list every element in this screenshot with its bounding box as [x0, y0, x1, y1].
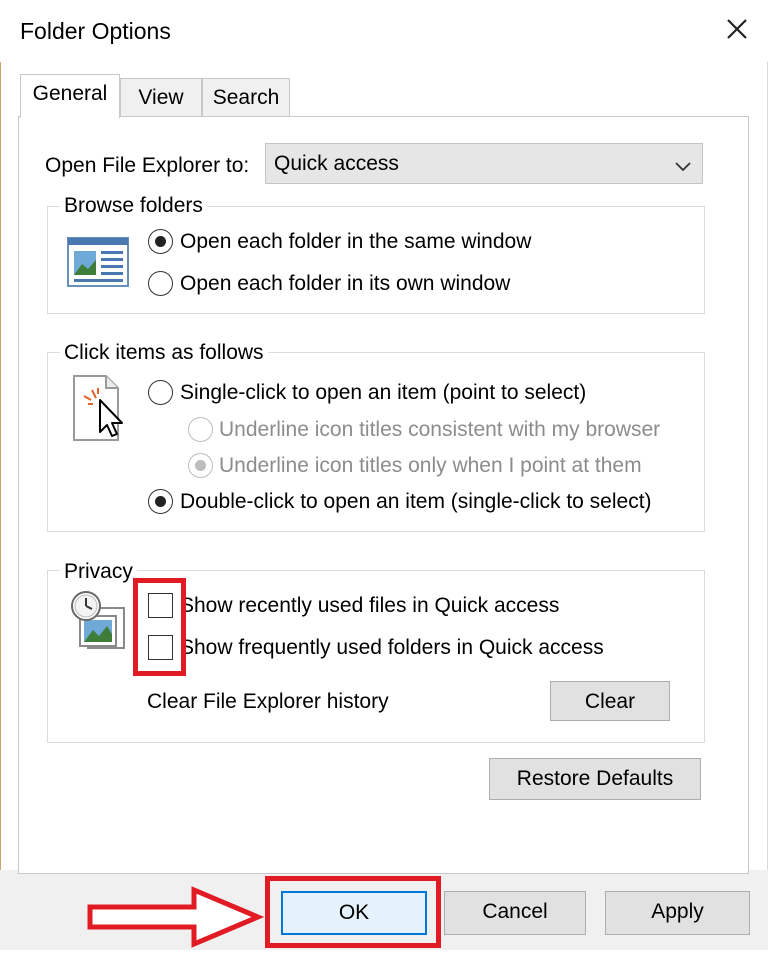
apply-button[interactable]: Apply	[605, 891, 750, 935]
tab-search-label: Search	[212, 86, 280, 109]
radio-single-click[interactable]	[148, 380, 173, 405]
cursor-click-icon	[70, 374, 132, 444]
checkbox-highlight-box	[133, 578, 186, 676]
radio-underline-browser-label: Underline icon titles consistent with my…	[219, 418, 661, 441]
cancel-button-label: Cancel	[482, 900, 548, 923]
tab-view-label: View	[138, 86, 184, 109]
browse-folders-group	[47, 206, 705, 314]
ok-highlight-box	[265, 876, 441, 948]
window-title: Folder Options	[20, 18, 171, 44]
radio-double-click[interactable]	[148, 489, 173, 514]
apply-button-label: Apply	[651, 900, 704, 923]
browse-folders-icon	[66, 236, 130, 290]
radio-underline-browser[interactable]	[188, 417, 213, 442]
close-icon[interactable]	[720, 12, 754, 46]
clear-history-button[interactable]: Clear	[550, 681, 670, 721]
clear-history-button-label: Clear	[584, 690, 636, 713]
tab-view[interactable]: View	[120, 78, 202, 116]
radio-own-window[interactable]	[148, 271, 173, 296]
tab-search[interactable]: Search	[202, 78, 290, 116]
browse-folders-legend: Browse folders	[60, 194, 207, 218]
arrow-right-icon	[86, 884, 265, 950]
radio-underline-point[interactable]	[188, 453, 213, 478]
radio-own-window-label: Open each folder in its own window	[180, 272, 511, 295]
radio-same-window-label: Open each folder in the same window	[180, 230, 532, 253]
title-bar: Folder Options	[0, 0, 768, 62]
clear-history-label: Clear File Explorer history	[147, 690, 389, 713]
privacy-legend: Privacy	[60, 560, 137, 584]
radio-single-click-label: Single-click to open an item (point to s…	[180, 381, 587, 404]
tab-general[interactable]: General	[20, 74, 120, 118]
open-explorer-label: Open File Explorer to:	[45, 154, 250, 177]
restore-defaults-button[interactable]: Restore Defaults	[489, 758, 701, 800]
radio-same-window[interactable]	[148, 229, 173, 254]
radio-double-click-label: Double-click to open an item (single-cli…	[180, 490, 652, 513]
checkbox-frequent-folders-label: Show frequently used folders in Quick ac…	[180, 636, 604, 659]
open-explorer-dropdown[interactable]: Quick access	[265, 143, 703, 184]
privacy-clock-icon	[68, 590, 130, 652]
tab-general-label: General	[32, 82, 108, 105]
open-explorer-value: Quick access	[274, 152, 399, 175]
restore-defaults-button-label: Restore Defaults	[516, 767, 674, 790]
chevron-down-icon	[674, 156, 692, 172]
cancel-button[interactable]: Cancel	[444, 891, 586, 935]
click-items-legend: Click items as follows	[60, 341, 268, 365]
checkbox-recent-files-label: Show recently used files in Quick access	[180, 594, 560, 617]
radio-underline-point-label: Underline icon titles only when I point …	[219, 454, 642, 477]
